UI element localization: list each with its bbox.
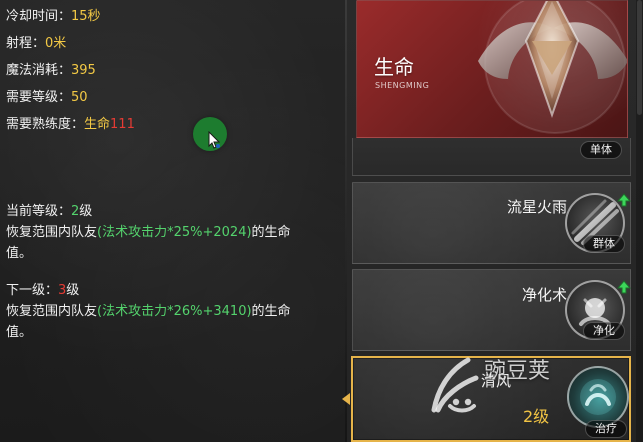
skill-category-header: 生命 SHENGMING bbox=[356, 0, 628, 138]
skill-card-selected[interactable]: 清风 2级 治疗 bbox=[351, 356, 631, 442]
current-level-unit: 级 bbox=[79, 204, 93, 219]
skill-type-badge: 单体 bbox=[580, 141, 622, 159]
skill-name: 净化术 bbox=[521, 286, 567, 304]
current-level-desc-line-1: 恢复范围内队友(法术攻击力*25%+2024)的生命 bbox=[6, 224, 291, 242]
selected-skill-name: 清风 bbox=[481, 372, 512, 390]
current-level-formula: (法术攻击力*25%+2024) bbox=[97, 225, 252, 240]
skill-list-scrollbar-thumb[interactable] bbox=[637, 0, 642, 115]
current-level-desc-suffix-2: 值。 bbox=[6, 246, 33, 261]
required-proficiency-row: 需要熟练度：生命111 bbox=[6, 116, 135, 134]
next-level-desc-suffix-2: 值。 bbox=[6, 325, 33, 340]
cooldown-label: 冷却时间： bbox=[6, 9, 72, 24]
current-level-desc-suffix-1: 的生命 bbox=[251, 225, 291, 240]
skill-detail-screen: 冷却时间：15秒 射程：0米 魔法消耗：395 需要等级：50 需要熟练度：生命… bbox=[0, 0, 643, 442]
range-label: 射程： bbox=[6, 36, 46, 51]
cooldown-row: 冷却时间：15秒 bbox=[6, 8, 101, 26]
current-level-desc-prefix: 恢复范围内队友 bbox=[6, 225, 98, 240]
next-level-desc-suffix-1: 的生命 bbox=[251, 304, 291, 319]
skill-type-badge: 治疗 bbox=[585, 420, 627, 438]
cursor-icon bbox=[208, 131, 220, 149]
mana-cost-value: 395 bbox=[71, 63, 96, 78]
required-proficiency-skill: 生命 bbox=[84, 117, 111, 132]
heal-icon bbox=[567, 366, 629, 428]
cooldown-value: 15秒 bbox=[71, 9, 101, 24]
current-level-desc-line-2: 值。 bbox=[6, 245, 32, 263]
range-row: 射程：0米 bbox=[6, 35, 66, 53]
skill-card-meteor-shower[interactable]: 流星火雨 群体 bbox=[352, 182, 631, 264]
skill-card-purify[interactable]: 净化术 净化 bbox=[352, 269, 631, 351]
selected-pointer-icon bbox=[342, 393, 350, 405]
next-level-unit: 级 bbox=[66, 283, 80, 298]
selected-skill-level: 2级 bbox=[523, 407, 550, 426]
next-level-desc-line-1: 恢复范围内队友(法术攻击力*26%+3410)的生命 bbox=[6, 303, 291, 321]
required-proficiency-value: 111 bbox=[110, 117, 135, 132]
required-level-value: 50 bbox=[71, 90, 88, 105]
next-level-row: 下一级：3级 bbox=[6, 282, 79, 300]
life-crest-icon bbox=[478, 1, 627, 134]
current-level-row: 当前等级：2级 bbox=[6, 203, 92, 221]
range-value: 0米 bbox=[45, 36, 67, 51]
next-level-desc-prefix: 恢复范围内队友 bbox=[6, 304, 98, 319]
next-level-label: 下一级： bbox=[6, 283, 59, 298]
skill-type-badge: 群体 bbox=[583, 235, 625, 253]
skill-type-badge: 净化 bbox=[583, 322, 625, 340]
mana-cost-label: 魔法消耗： bbox=[6, 63, 72, 78]
skill-category-subtitle: SHENGMING bbox=[375, 81, 430, 90]
required-level-label: 需要等级： bbox=[6, 90, 72, 105]
skill-category-title: 生命 bbox=[374, 55, 414, 79]
next-level-formula: (法术攻击力*26%+3410) bbox=[97, 304, 252, 319]
upgrade-arrow-icon bbox=[617, 280, 631, 294]
current-level-label: 当前等级： bbox=[6, 204, 72, 219]
required-level-row: 需要等级：50 bbox=[6, 89, 88, 107]
mana-cost-row: 魔法消耗：395 bbox=[6, 62, 96, 80]
skill-card-partial[interactable]: 单体 bbox=[352, 138, 631, 176]
next-level-desc-line-2: 值。 bbox=[6, 324, 32, 342]
skill-details-panel: 冷却时间：15秒 射程：0米 魔法消耗：395 需要等级：50 需要熟练度：生命… bbox=[0, 0, 345, 442]
required-proficiency-label: 需要熟练度： bbox=[6, 117, 85, 132]
upgrade-arrow-icon bbox=[617, 193, 631, 207]
skill-name: 流星火雨 bbox=[506, 198, 567, 216]
